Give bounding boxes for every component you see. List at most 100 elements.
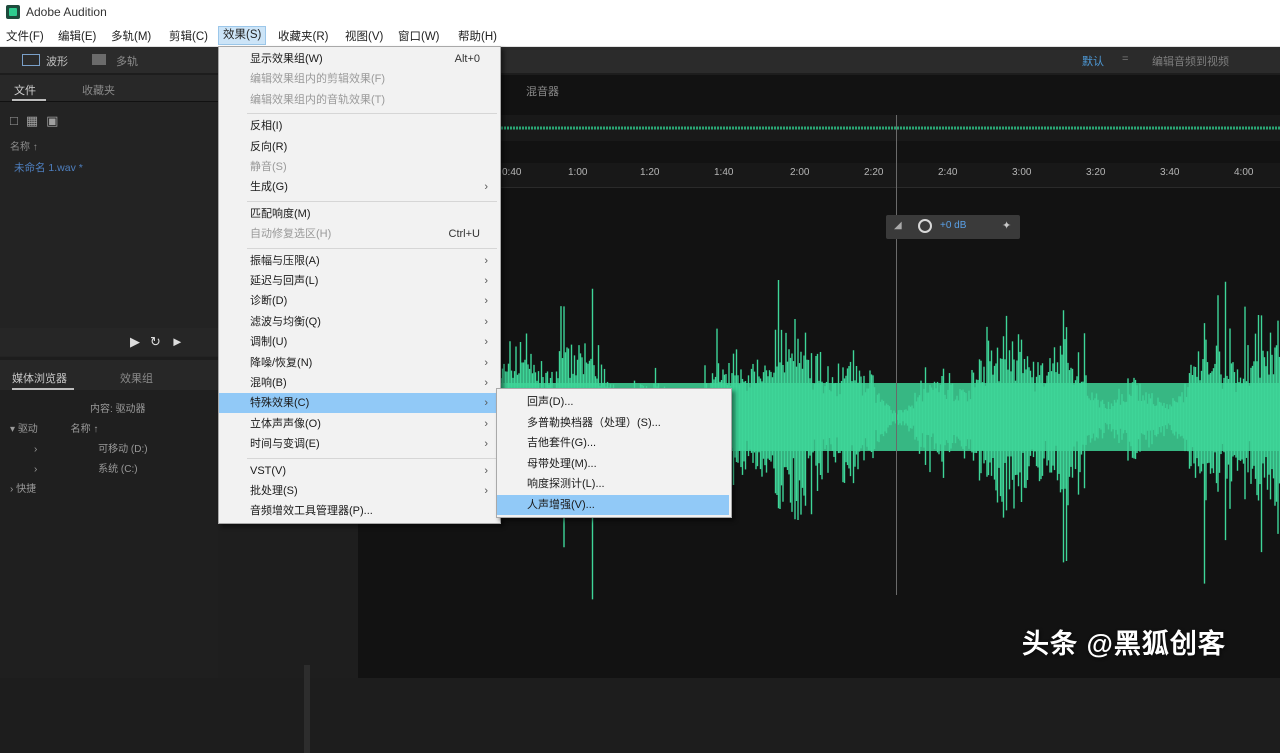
special-effects-menu-item[interactable]: 回声(D)... bbox=[497, 392, 729, 412]
waveform-view-icon[interactable] bbox=[22, 54, 40, 66]
content-label: 内容: bbox=[90, 404, 113, 415]
menu-favorites[interactable]: 收藏夹(R) bbox=[278, 28, 328, 44]
chevron-right-icon: › bbox=[484, 377, 488, 389]
menu-clip[interactable]: 剪辑(C) bbox=[169, 28, 208, 44]
chevron-right-icon: › bbox=[484, 275, 488, 287]
chevron-right-icon: › bbox=[484, 464, 488, 477]
effects-menu-item[interactable]: VST(V) › bbox=[219, 461, 498, 481]
effects-menu-item: 编辑效果组内的剪辑效果(F) bbox=[219, 69, 498, 89]
effects-menu-item[interactable]: 立体声声像(O) › bbox=[219, 414, 498, 434]
audition-app-icon bbox=[6, 5, 20, 19]
menu-edit[interactable]: 编辑(E) bbox=[58, 28, 96, 44]
time-ruler[interactable]: 0:40 1:00 1:20 1:40 2:00 2:20 2:40 3:00 … bbox=[498, 163, 1280, 188]
multitrack-view-button[interactable]: 多轨 bbox=[116, 53, 138, 69]
media-browser-tabs: 媒体浏览器 效果组 bbox=[0, 360, 218, 390]
special-effects-menu-item[interactable]: 多普勒换档器（处理）(S)... bbox=[497, 413, 729, 433]
time-tick: 4:00 bbox=[1234, 167, 1254, 178]
waveform-overview[interactable] bbox=[498, 115, 1280, 141]
effects-menu-item[interactable]: 时间与变调(E) › bbox=[219, 434, 498, 454]
volume-knob[interactable] bbox=[918, 219, 932, 233]
menu-file[interactable]: 文件(F) bbox=[6, 28, 44, 44]
effects-menu-item[interactable]: 混响(B) › bbox=[219, 373, 498, 393]
effects-menu-item[interactable]: 显示效果组(W) Alt+0 bbox=[219, 49, 498, 69]
menu-item-label: 诊断(D) bbox=[250, 295, 288, 308]
effects-menu-item[interactable]: 调制(U) › bbox=[219, 332, 498, 352]
effects-menu-item[interactable]: 诊断(D) › bbox=[219, 291, 498, 311]
effects-menu-item[interactable]: 匹配响度(M) bbox=[219, 204, 498, 224]
menu-effects[interactable]: 效果(S) bbox=[218, 26, 267, 45]
effects-menu-item[interactable]: 反相(I) bbox=[219, 116, 498, 136]
special-effects-menu-item[interactable]: 响度探测计(L)... bbox=[497, 474, 729, 494]
tab-media-browser[interactable]: 媒体浏览器 bbox=[12, 370, 67, 386]
content-value[interactable]: 驱动器 bbox=[116, 404, 146, 415]
chevron-right-icon: › bbox=[484, 254, 488, 267]
files-toolbar-icons[interactable]: □▦▣ bbox=[10, 113, 66, 129]
volume-value[interactable]: +0 dB bbox=[940, 220, 966, 231]
tab-effects-group[interactable]: 效果组 bbox=[120, 370, 153, 386]
menu-item-label: 编辑效果组内的音轨效果(T) bbox=[250, 93, 386, 106]
effects-menu-item[interactable]: 振幅与压限(A) › bbox=[219, 251, 498, 271]
scrollbar[interactable] bbox=[304, 665, 310, 753]
special-effects-menu-item[interactable]: 吉他套件(G)... bbox=[497, 433, 729, 453]
waveform-view-button[interactable]: 波形 bbox=[46, 53, 68, 69]
menu-window[interactable]: 窗口(W) bbox=[398, 28, 440, 44]
effects-menu-item[interactable]: 滤波与均衡(Q) › bbox=[219, 312, 498, 332]
editor-background bbox=[358, 522, 498, 678]
pin-icon[interactable]: ✦ bbox=[1002, 219, 1011, 232]
chevron-right-icon: › bbox=[484, 336, 488, 349]
menu-separator bbox=[247, 113, 497, 115]
chevron-right-icon: › bbox=[484, 417, 488, 430]
time-tick: 1:20 bbox=[640, 167, 660, 178]
tree-drives[interactable]: 驱动 bbox=[18, 424, 38, 435]
watermark: 头条 @黑狐创客 bbox=[1022, 629, 1226, 659]
tab-mixer[interactable]: 混音器 bbox=[526, 83, 559, 99]
menu-multitrack[interactable]: 多轨(M) bbox=[111, 28, 151, 44]
menu-item-label: 显示效果组(W) bbox=[250, 53, 323, 65]
effects-menu-item[interactable]: 音频增效工具管理器(P)... bbox=[219, 501, 498, 521]
workspace-edit-audio-to-video[interactable]: 编辑音频到视频 bbox=[1152, 53, 1229, 69]
effects-menu-item[interactable]: 反向(R) bbox=[219, 137, 498, 157]
drive-removable[interactable]: 可移动 (D:) bbox=[98, 444, 147, 455]
multitrack-view-icon[interactable] bbox=[92, 54, 106, 65]
menu-item-label: 匹配响度(M) bbox=[250, 207, 311, 220]
menu-item-label: 特殊效果(C) bbox=[250, 397, 310, 410]
file-list-item[interactable]: 未命名 1.wav * bbox=[14, 160, 83, 175]
time-tick: 3:40 bbox=[1160, 167, 1180, 178]
menu-help[interactable]: 帮助(H) bbox=[458, 28, 497, 44]
effects-menu-item[interactable]: 特殊效果(C) › bbox=[219, 393, 498, 414]
effects-menu-item[interactable]: 延迟与回声(L) › bbox=[219, 271, 498, 291]
effects-menu-item[interactable]: 降噪/恢复(N) › bbox=[219, 353, 498, 373]
menu-item-label: 音频增效工具管理器(P)... bbox=[250, 505, 373, 518]
menu-separator bbox=[247, 200, 497, 202]
play-loop-volume-icons[interactable]: ▶↻► bbox=[130, 334, 194, 350]
time-tick: 2:20 bbox=[864, 167, 884, 178]
special-effects-submenu: 回声(D)... 多普勒换档器（处理）(S)... 吉他套件(G)... 母带处理(M… bbox=[496, 388, 732, 518]
menu-item-label: 批处理(S) bbox=[250, 485, 298, 497]
workspace-menu-icon[interactable]: = bbox=[1122, 53, 1128, 65]
time-tick: 3:20 bbox=[1086, 167, 1106, 178]
effects-menu-item[interactable]: 生成(G) › bbox=[219, 177, 498, 197]
effects-menu-item: 编辑效果组内的音轨效果(T) bbox=[219, 90, 498, 110]
tree-shortcuts[interactable]: 快捷 bbox=[16, 484, 36, 495]
special-effects-menu-item[interactable]: 人声增强(V)... bbox=[497, 494, 729, 515]
tab-favorites[interactable]: 收藏夹 bbox=[82, 82, 115, 98]
volume-hud[interactable]: ◢ +0 dB ✦ bbox=[886, 215, 1020, 239]
menu-item-label: 自动修复选区(H) bbox=[250, 228, 332, 241]
menu-item-label: 立体声声像(O) bbox=[250, 417, 321, 430]
drive-system[interactable]: 系统 (C:) bbox=[98, 464, 137, 475]
menu-view[interactable]: 视图(V) bbox=[345, 28, 383, 44]
tab-files[interactable]: 文件 bbox=[14, 82, 36, 98]
files-column-name[interactable]: 名称 ↑ bbox=[10, 138, 38, 153]
tree-name-column[interactable]: 名称 ↑ bbox=[71, 424, 99, 435]
time-tick: 3:00 bbox=[1012, 167, 1032, 178]
chevron-right-icon: › bbox=[484, 295, 488, 308]
time-tick: 2:00 bbox=[790, 167, 810, 178]
menu-item-label: 时间与变调(E) bbox=[250, 438, 320, 451]
playhead[interactable] bbox=[896, 115, 897, 595]
active-tab-indicator bbox=[12, 99, 46, 101]
special-effects-menu-item[interactable]: 母带处理(M)... bbox=[497, 454, 729, 474]
hud-bars-icon: ◢ bbox=[894, 220, 902, 231]
menu-item-label: 反向(R) bbox=[250, 140, 288, 153]
effects-menu-item[interactable]: 批处理(S) › bbox=[219, 481, 498, 501]
workspace-default[interactable]: 默认 bbox=[1082, 53, 1104, 69]
